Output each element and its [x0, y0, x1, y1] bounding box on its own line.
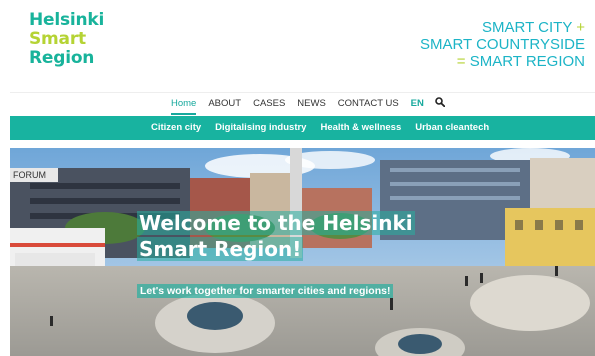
tagline-plus: +	[576, 19, 585, 36]
search-button[interactable]	[435, 97, 445, 110]
main-nav: Home ABOUT CASES NEWS CONTACT US EN	[10, 92, 595, 116]
hero-title: Welcome to the Helsinki Smart Region!	[137, 210, 487, 262]
logo-line-2: Smart	[29, 29, 86, 49]
subnav-urban-cleantech[interactable]: Urban cleantech	[415, 122, 489, 133]
language-switch[interactable]: EN	[411, 98, 424, 109]
hero-subtitle: Let's work together for smarter cities a…	[137, 284, 394, 298]
tagline-line-3: SMART REGION	[469, 53, 585, 70]
nav-contact-us[interactable]: CONTACT US	[338, 98, 399, 109]
nav-home[interactable]: Home	[171, 98, 197, 115]
tagline-line-1: SMART CITY	[482, 19, 573, 36]
subnav-citizen-city[interactable]: Citizen city	[151, 122, 201, 133]
search-icon	[435, 97, 445, 107]
tagline-line-2: SMART COUNTRYSIDE	[419, 36, 585, 53]
subnav-digitalising-industry[interactable]: Digitalising industry	[215, 122, 306, 133]
nav-about[interactable]: ABOUT	[208, 98, 241, 109]
tagline-equals: =	[456, 53, 466, 70]
nav-news[interactable]: NEWS	[297, 98, 326, 109]
hero-title-text: Welcome to the Helsinki Smart Region!	[137, 211, 415, 261]
logo-line-1: Helsinki	[29, 10, 105, 30]
category-nav: Citizen city Digitalising industry Healt…	[10, 116, 595, 140]
tagline: SMART CITY + SMART COUNTRYSIDE = SMART R…	[420, 19, 585, 70]
forum-sign: FORUM	[13, 170, 46, 180]
nav-cases[interactable]: CASES	[253, 98, 285, 109]
site-logo[interactable]: Helsinki Smart Region	[29, 11, 104, 68]
logo-line-3: Region	[29, 48, 95, 68]
subnav-health-wellness[interactable]: Health & wellness	[320, 122, 401, 133]
